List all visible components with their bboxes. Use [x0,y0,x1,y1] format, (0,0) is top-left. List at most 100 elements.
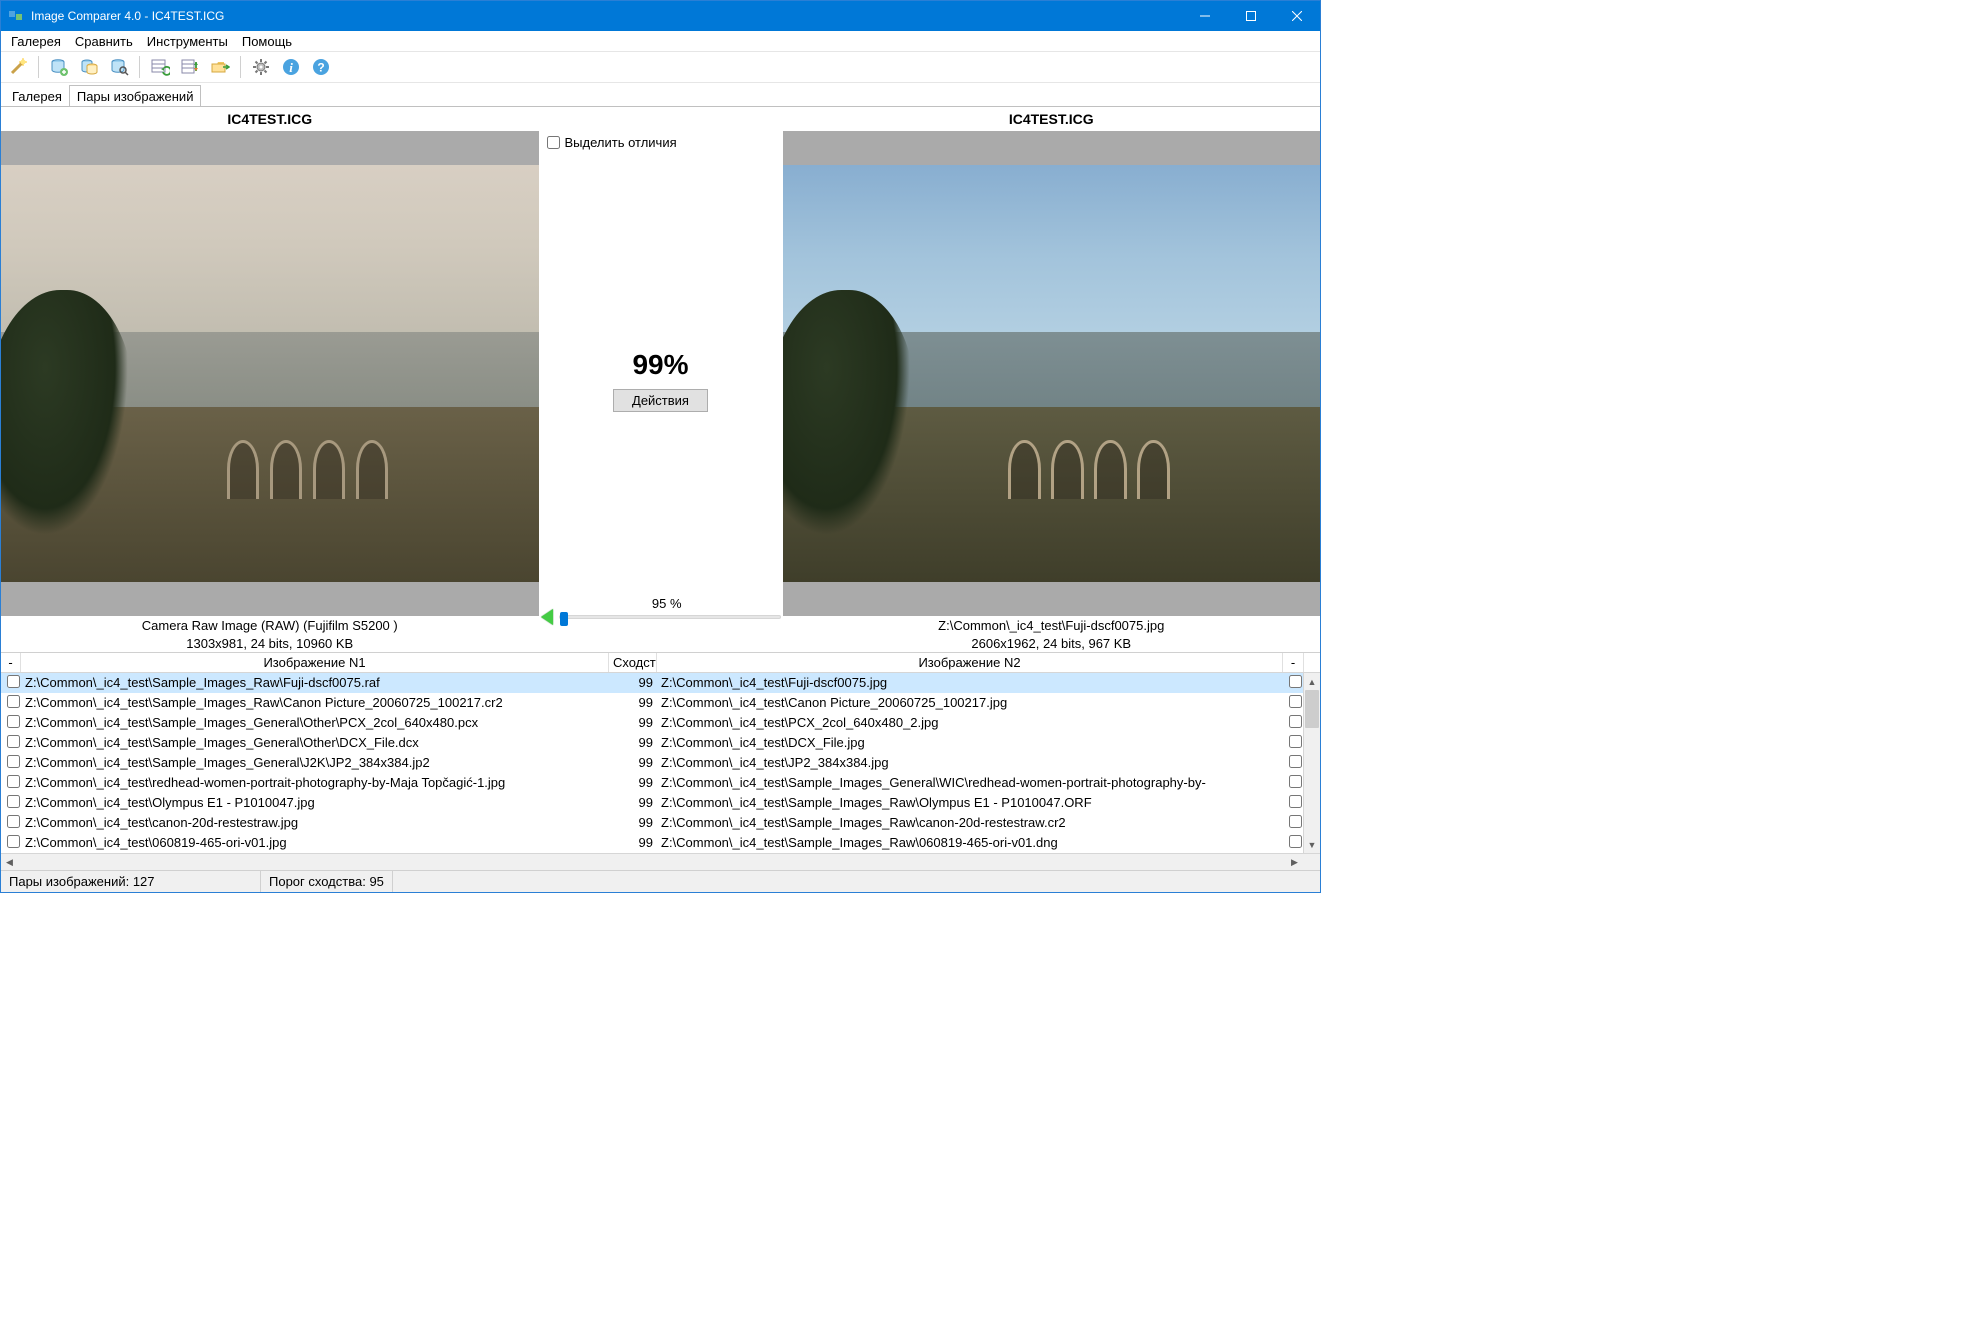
svg-text:i: i [289,60,293,75]
table-refresh-icon[interactable] [148,55,172,79]
gear-icon[interactable] [249,55,273,79]
status-pairs: Пары изображений: 127 [1,871,261,892]
row-check2[interactable] [1283,755,1303,771]
db-stack-icon[interactable] [77,55,101,79]
svg-text:?: ? [317,61,324,75]
statusbar: Пары изображений: 127 Порог сходства: 95 [1,870,1320,892]
table-sort-icon[interactable] [178,55,202,79]
grid-body[interactable]: Z:\Common\_ic4_test\Sample_Images_Raw\Fu… [1,673,1320,853]
row-img1: Z:\Common\_ic4_test\Olympus E1 - P101004… [21,795,609,810]
minimize-button[interactable] [1182,1,1228,31]
col-check1[interactable]: - [1,653,21,672]
threshold-slider[interactable]: 95 % [559,615,781,619]
row-check1[interactable] [1,835,21,851]
scroll-down-icon[interactable]: ▼ [1304,836,1320,853]
close-button[interactable] [1274,1,1320,31]
row-check1[interactable] [1,795,21,811]
table-row[interactable]: Z:\Common\_ic4_test\060819-465-ori-v01.j… [1,833,1320,853]
help-icon[interactable]: ? [309,55,333,79]
row-img1: Z:\Common\_ic4_test\Sample_Images_Genera… [21,715,609,730]
row-img1: Z:\Common\_ic4_test\canon-20d-restestraw… [21,815,609,830]
status-threshold: Порог сходства: 95 [261,871,393,892]
row-img2: Z:\Common\_ic4_test\DCX_File.jpg [657,735,1283,750]
scroll-thumb[interactable] [1305,690,1319,728]
col-image1[interactable]: Изображение N1 [21,653,609,672]
right-image-preview[interactable] [783,165,1321,582]
db-add-icon[interactable] [47,55,71,79]
row-check2[interactable] [1283,795,1303,811]
titlebar: Image Comparer 4.0 - IC4TEST.ICG [1,1,1320,31]
left-image-panel: IC4TEST.ICG Camera Raw Image (RAW) (Fuji… [1,107,539,652]
row-img1: Z:\Common\_ic4_test\Sample_Images_Raw\Ca… [21,695,609,710]
wizard-icon[interactable] [6,55,30,79]
actions-button[interactable]: Действия [613,389,708,412]
menubar: Галерея Сравнить Инструменты Помощь [1,31,1320,52]
table-row[interactable]: Z:\Common\_ic4_test\Sample_Images_Genera… [1,753,1320,773]
table-row[interactable]: Z:\Common\_ic4_test\canon-20d-restestraw… [1,813,1320,833]
threshold-slider-thumb[interactable] [560,612,568,626]
tab-image-pairs[interactable]: Пары изображений [69,85,202,106]
row-img1: Z:\Common\_ic4_test\redhead-women-portra… [21,775,609,790]
right-caption-path: Z:\Common\_ic4_test\Fuji-dscf0075.jpg [783,616,1321,634]
col-image2[interactable]: Изображение N2 [657,653,1283,672]
left-image-title: IC4TEST.ICG [1,107,539,131]
scroll-left-icon[interactable]: ◀ [1,854,18,870]
maximize-button[interactable] [1228,1,1274,31]
table-row[interactable]: Z:\Common\_ic4_test\redhead-women-portra… [1,773,1320,793]
row-check1[interactable] [1,735,21,751]
threshold-value: 95 % [652,596,682,611]
table-row[interactable]: Z:\Common\_ic4_test\Sample_Images_Raw\Ca… [1,693,1320,713]
left-image-preview[interactable] [1,165,539,582]
col-similarity[interactable]: Сходств [609,653,657,672]
row-check2[interactable] [1283,815,1303,831]
right-image-panel: IC4TEST.ICG Z:\Common\_ic4_test\Fuji-dsc… [783,107,1321,652]
compare-area: IC4TEST.ICG Camera Raw Image (RAW) (Fuji… [1,107,1320,652]
highlight-diff-row[interactable]: Выделить отличия [539,131,685,154]
row-check2[interactable] [1283,835,1303,851]
horizontal-scrollbar[interactable]: ◀ ▶ [1,853,1320,870]
info-icon[interactable]: i [279,55,303,79]
db-find-icon[interactable] [107,55,131,79]
row-check2[interactable] [1283,675,1303,691]
col-check2[interactable]: - [1283,653,1303,672]
tabbar: Галерея Пары изображений [1,83,1320,106]
row-check1[interactable] [1,715,21,731]
table-row[interactable]: Z:\Common\_ic4_test\Sample_Images_Genera… [1,713,1320,733]
row-check1[interactable] [1,815,21,831]
table-row[interactable]: Z:\Common\_ic4_test\Olympus E1 - P101004… [1,793,1320,813]
row-sim: 99 [609,675,657,690]
scroll-right-icon[interactable]: ▶ [1286,854,1303,870]
row-check1[interactable] [1,675,21,691]
row-check2[interactable] [1283,715,1303,731]
table-row[interactable]: Z:\Common\_ic4_test\Sample_Images_Genera… [1,733,1320,753]
menu-help[interactable]: Помощь [235,32,299,51]
row-img1: Z:\Common\_ic4_test\Sample_Images_Raw\Fu… [21,675,609,690]
grid-header: - Изображение N1 Сходств Изображение N2 … [1,653,1320,673]
row-check1[interactable] [1,775,21,791]
row-check2[interactable] [1283,695,1303,711]
right-caption-dims: 2606x1962, 24 bits, 967 KB [783,634,1321,652]
row-sim: 99 [609,795,657,810]
row-check1[interactable] [1,755,21,771]
similarity-percent: 99% [632,349,688,381]
folder-move-icon[interactable] [208,55,232,79]
left-image-topbar [1,131,539,165]
menu-tools[interactable]: Инструменты [140,32,235,51]
row-sim: 99 [609,755,657,770]
table-row[interactable]: Z:\Common\_ic4_test\Sample_Images_Raw\Fu… [1,673,1320,693]
row-sim: 99 [609,815,657,830]
row-check2[interactable] [1283,775,1303,791]
content-area: IC4TEST.ICG Camera Raw Image (RAW) (Fuji… [1,106,1320,870]
tab-gallery[interactable]: Галерея [4,85,70,106]
row-check1[interactable] [1,695,21,711]
menu-compare[interactable]: Сравнить [68,32,140,51]
vertical-scrollbar[interactable]: ▲ ▼ [1303,673,1320,853]
middle-panel: Выделить отличия 99% Действия 95 % [539,107,783,652]
menu-gallery[interactable]: Галерея [4,32,68,51]
row-img2: Z:\Common\_ic4_test\Sample_Images_Genera… [657,775,1283,790]
scroll-up-icon[interactable]: ▲ [1304,673,1320,690]
row-sim: 99 [609,735,657,750]
row-check2[interactable] [1283,735,1303,751]
highlight-diff-checkbox[interactable] [547,136,560,149]
prev-arrow-icon[interactable] [541,609,553,625]
